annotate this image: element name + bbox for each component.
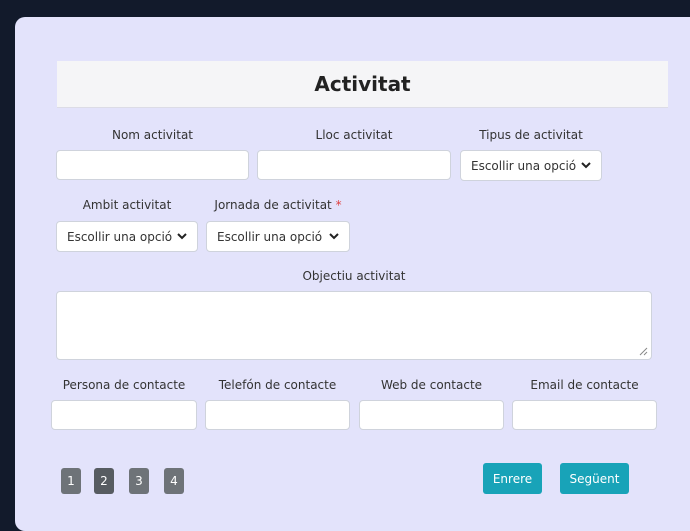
nom-activitat-label: Nom activitat: [111, 128, 193, 142]
web-contacte-input[interactable]: [359, 400, 504, 430]
next-button[interactable]: Següent: [560, 463, 629, 494]
page-button-3[interactable]: 3: [129, 468, 149, 494]
web-contacte-label: Web de contacte: [380, 378, 483, 392]
telefon-contacte-input[interactable]: [205, 400, 350, 430]
lloc-activitat-label: Lloc activitat: [315, 128, 393, 142]
persona-contacte-label: Persona de contacte: [62, 378, 186, 392]
page-button-2[interactable]: 2: [94, 468, 114, 494]
ambit-activitat-label: Ambit activitat: [82, 198, 172, 212]
jornada-activitat-label-text: Jornada de activitat: [214, 198, 332, 212]
jornada-activitat-selected: Escollir una opció: [217, 229, 323, 244]
page-button-4[interactable]: 4: [164, 468, 184, 494]
form-title: Activitat: [314, 72, 411, 96]
tipus-activitat-label: Tipus de activitat: [479, 128, 583, 142]
chevron-down-icon: [581, 162, 591, 169]
tipus-activitat-selected: Escollir una opció: [471, 158, 577, 173]
resize-grip-icon[interactable]: [639, 347, 648, 356]
required-mark: *: [335, 198, 342, 212]
persona-contacte-input[interactable]: [51, 400, 197, 430]
form-header: Activitat: [57, 61, 668, 108]
nom-activitat-input[interactable]: [56, 150, 249, 180]
jornada-activitat-select[interactable]: Escollir una opció: [206, 221, 350, 252]
telefon-contacte-label: Telefón de contacte: [218, 378, 337, 392]
lloc-activitat-input[interactable]: [257, 150, 451, 180]
chevron-down-icon: [177, 233, 187, 240]
ambit-activitat-select[interactable]: Escollir una opció: [56, 221, 198, 252]
ambit-activitat-selected: Escollir una opció: [67, 229, 173, 244]
email-contacte-input[interactable]: [512, 400, 657, 430]
jornada-activitat-label: Jornada de activitat *: [206, 198, 350, 212]
email-contacte-label: Email de contacte: [530, 378, 639, 392]
form-card: Activitat Nom activitat Lloc activitat T…: [15, 17, 690, 531]
objectiu-activitat-textarea[interactable]: [56, 291, 652, 360]
objectiu-activitat-label: Objectiu activitat: [302, 269, 406, 283]
tipus-activitat-select[interactable]: Escollir una opció: [460, 150, 602, 181]
page-button-1[interactable]: 1: [61, 468, 81, 494]
chevron-down-icon: [329, 233, 339, 240]
back-button[interactable]: Enrere: [483, 463, 542, 494]
